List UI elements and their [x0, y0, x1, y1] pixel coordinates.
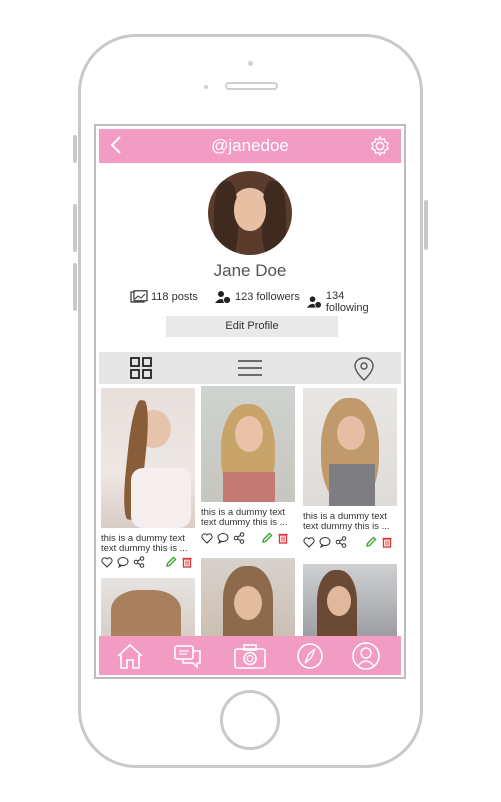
- photo-face: [327, 586, 351, 616]
- photo-top: [131, 468, 191, 528]
- page-title: @janedoe: [211, 136, 289, 155]
- avatar-face: [234, 189, 266, 231]
- heart-icon[interactable]: [101, 556, 113, 568]
- power-button: [424, 200, 428, 250]
- caption-line: text dummy this is ...: [101, 543, 188, 554]
- edit-profile-button[interactable]: Edit Profile: [166, 316, 338, 337]
- photo-face: [235, 416, 263, 452]
- avatar-hair: [262, 181, 286, 255]
- following-count: 134 following: [325, 290, 369, 314]
- followers-stat[interactable]: 123 followers: [214, 290, 300, 304]
- chat-icon[interactable]: [173, 641, 203, 671]
- post-caption: this is a dummy text text dummy this is …: [303, 512, 399, 532]
- photo-face: [337, 416, 365, 450]
- posts-stat[interactable]: 118 posts: [130, 290, 198, 304]
- front-camera: [248, 61, 253, 66]
- heart-icon[interactable]: [303, 536, 315, 548]
- trash-icon[interactable]: [277, 532, 289, 544]
- edit-icon[interactable]: [365, 536, 377, 548]
- edit-icon[interactable]: [165, 556, 177, 568]
- post-actions: [101, 556, 195, 570]
- photo-hair: [111, 590, 181, 638]
- followers-count: 123 followers: [235, 291, 300, 303]
- mute-switch: [73, 135, 77, 163]
- view-tabs: [99, 352, 401, 384]
- profile-stats: 118 posts 123 followers 134 following: [126, 290, 386, 314]
- followers-icon: [215, 291, 231, 304]
- earpiece-speaker: [225, 82, 278, 90]
- bottom-nav: [99, 636, 401, 675]
- post-photo[interactable]: [303, 388, 397, 506]
- post-photo[interactable]: [303, 564, 397, 638]
- photos-icon: [130, 290, 148, 303]
- caption-line: text dummy this is ...: [201, 517, 288, 528]
- gear-icon[interactable]: [369, 135, 391, 157]
- posts-count: 118 posts: [151, 291, 198, 303]
- comment-icon[interactable]: [319, 536, 331, 548]
- photo-top: [329, 464, 375, 506]
- trash-icon[interactable]: [381, 536, 393, 548]
- post-actions: [303, 536, 397, 550]
- comment-icon[interactable]: [117, 556, 129, 568]
- post-caption: this is a dummy text text dummy this is …: [201, 508, 297, 528]
- heart-icon[interactable]: [201, 532, 213, 544]
- volume-up-button: [73, 204, 77, 252]
- top-bar: @janedoe: [99, 129, 401, 163]
- sensor-dot: [204, 85, 208, 89]
- compass-icon[interactable]: [295, 641, 325, 671]
- caption-line: text dummy this is ...: [303, 521, 390, 532]
- share-icon[interactable]: [233, 532, 245, 544]
- post-photo[interactable]: [101, 388, 195, 528]
- photo-face: [234, 586, 262, 620]
- post-photo[interactable]: [101, 578, 195, 638]
- camera-icon[interactable]: [233, 641, 267, 671]
- posts-grid: this is a dummy text text dummy this is …: [101, 386, 401, 638]
- edit-icon[interactable]: [261, 532, 273, 544]
- photo-top: [223, 472, 275, 502]
- profile-name: Jane Doe: [213, 261, 287, 280]
- profile-icon[interactable]: [351, 641, 381, 671]
- home-button[interactable]: [220, 690, 280, 750]
- following-icon: [306, 296, 322, 309]
- share-icon[interactable]: [335, 536, 347, 548]
- post-photo[interactable]: [201, 558, 295, 638]
- home-icon[interactable]: [115, 641, 145, 671]
- post-actions: [201, 532, 295, 546]
- location-icon[interactable]: [353, 356, 379, 381]
- comment-icon[interactable]: [217, 532, 229, 544]
- share-icon[interactable]: [133, 556, 145, 568]
- grid-view-icon[interactable]: [129, 356, 155, 380]
- app-screen: @janedoe Jane Doe 118 posts 123 follower…: [94, 124, 406, 679]
- avatar: [208, 171, 292, 255]
- following-stat[interactable]: 134 following: [306, 290, 386, 314]
- trash-icon[interactable]: [181, 556, 193, 568]
- post-caption: this is a dummy text text dummy this is …: [101, 534, 197, 554]
- volume-down-button: [73, 263, 77, 311]
- post-photo[interactable]: [201, 386, 295, 502]
- list-view-icon[interactable]: [237, 356, 265, 380]
